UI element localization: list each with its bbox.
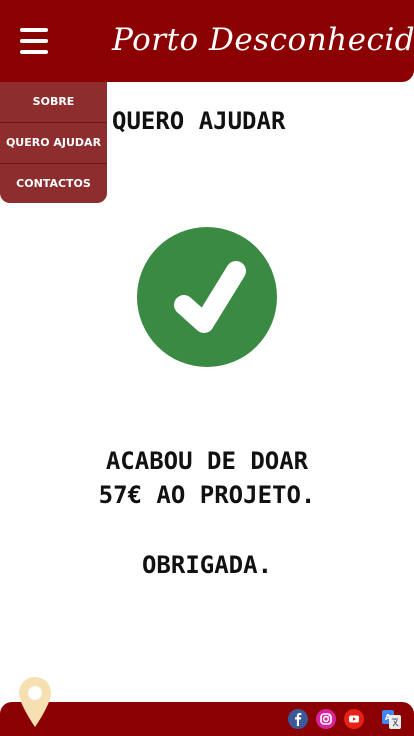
checkmark-icon xyxy=(137,227,277,367)
menu-item-quero-ajudar[interactable]: QUERO AJUDAR xyxy=(0,123,107,164)
brand-logo[interactable]: Porto Desconhecido xyxy=(112,14,414,66)
location-pin-icon[interactable] xyxy=(18,676,52,728)
menu-item-contactos[interactable]: CONTACTOS xyxy=(0,164,107,203)
app-header: Porto Desconhecido xyxy=(0,0,414,82)
instagram-icon[interactable] xyxy=(316,709,336,729)
page-title: QUERO AJUDAR xyxy=(112,107,286,135)
thanks-message: OBRIGADA. xyxy=(141,551,273,579)
donation-message-line1: ACABOU DE DOAR xyxy=(105,447,309,475)
app-footer: A xyxy=(0,702,414,736)
navigation-menu: SOBRE QUERO AJUDAR CONTACTOS xyxy=(0,82,107,203)
youtube-icon[interactable] xyxy=(344,709,364,729)
svg-text:A: A xyxy=(385,713,392,722)
translate-icon[interactable]: A xyxy=(382,710,402,730)
hamburger-menu-icon[interactable] xyxy=(20,28,48,54)
facebook-icon[interactable] xyxy=(288,709,308,729)
donation-message-line2: 57€ AO PROJETO. xyxy=(98,481,316,509)
menu-item-sobre[interactable]: SOBRE xyxy=(0,82,107,123)
